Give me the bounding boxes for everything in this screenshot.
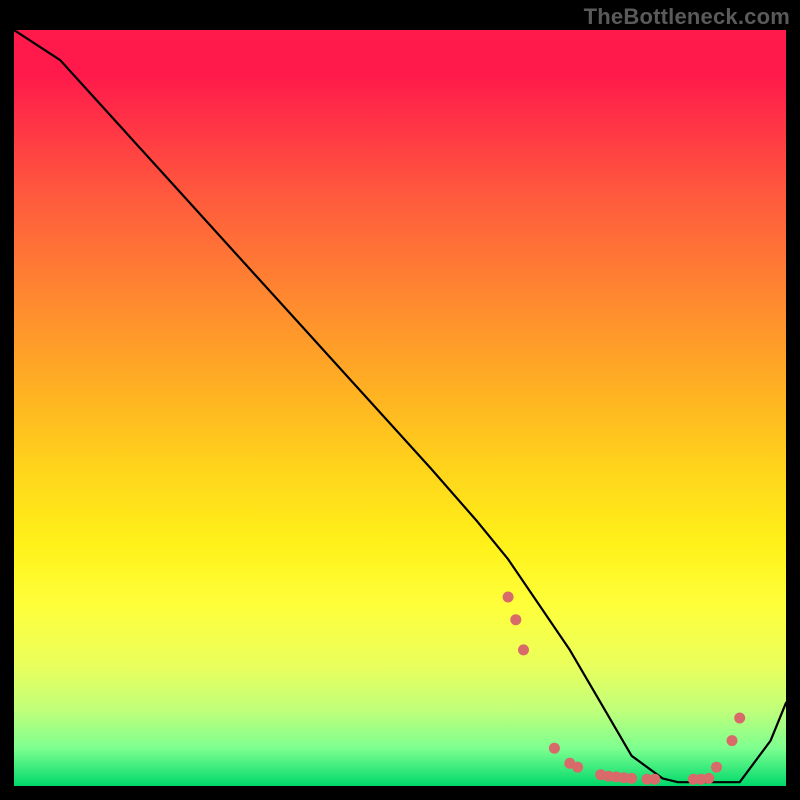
watermark-text: TheBottleneck.com: [584, 4, 790, 30]
plot-background: [14, 30, 786, 786]
chart-frame: TheBottleneck.com: [0, 0, 800, 800]
